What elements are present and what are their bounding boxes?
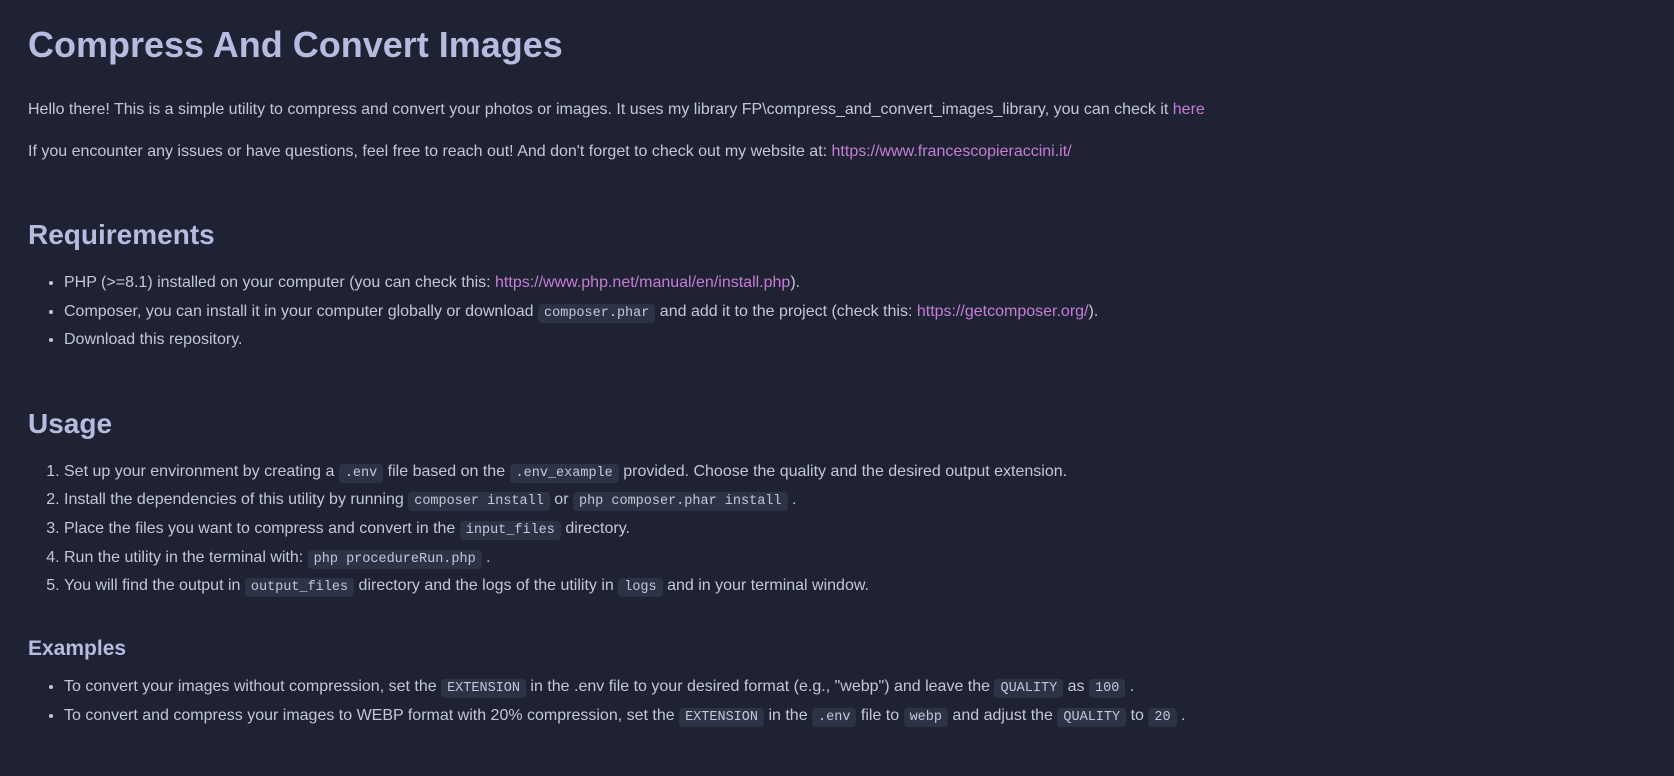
list-item: To convert your images without compressi… [64,674,1646,700]
ex1-a: To convert your images without compressi… [64,678,441,695]
intro-paragraph-1: Hello there! This is a simple utility to… [28,98,1646,122]
usage-list: Set up your environment by creating a .e… [28,459,1646,599]
code-inline: .env [812,708,856,727]
examples-list: To convert your images without compressi… [28,674,1646,728]
readme-container: Compress And Convert Images Hello there!… [0,0,1674,776]
req2-pre: Composer, you can install it in your com… [64,303,538,320]
code-inline: webp [904,708,948,727]
ex2-b: in the [764,707,812,724]
ex1-d: . [1125,678,1134,695]
list-item: PHP (>=8.1) installed on your computer (… [64,270,1646,296]
code-inline: output_files [245,578,354,597]
req2-post: ). [1089,303,1099,320]
code-inline: QUALITY [1057,708,1126,727]
step2-c: . [788,491,797,508]
step1-a: Set up your environment by creating a [64,463,339,480]
step2-a: Install the dependencies of this utility… [64,491,408,508]
step3-b: directory. [561,520,630,537]
library-here-link[interactable]: here [1173,101,1205,118]
website-link[interactable]: https://www.francescopieraccini.it/ [832,143,1072,160]
req2-mid: and add it to the project (check this: [655,303,916,320]
composer-link[interactable]: https://getcomposer.org/ [917,303,1089,320]
step1-b: file based on the [383,463,509,480]
php-install-link[interactable]: https://www.php.net/manual/en/install.ph… [495,274,790,291]
req1-pre: PHP (>=8.1) installed on your computer (… [64,274,495,291]
code-inline: .env_example [510,464,619,483]
step2-b: or [550,491,573,508]
ex2-f: . [1177,707,1186,724]
code-inline: EXTENSION [441,679,526,698]
code-inline: .env [339,464,383,483]
ex2-a: To convert and compress your images to W… [64,707,679,724]
code-inline: php procedureRun.php [308,550,482,569]
intro-paragraph-2: If you encounter any issues or have ques… [28,140,1646,164]
code-inline: QUALITY [994,679,1063,698]
list-item: Place the files you want to compress and… [64,516,1646,542]
code-inline: logs [618,578,662,597]
code-inline: 100 [1089,679,1125,698]
code-inline: php composer.phar install [573,492,788,511]
ex2-e: to [1126,707,1148,724]
list-item: Run the utility in the terminal with: ph… [64,545,1646,571]
requirements-heading: Requirements [28,214,1646,256]
list-item: Download this repository. [64,327,1646,353]
intro-text-2: If you encounter any issues or have ques… [28,143,832,160]
step3-a: Place the files you want to compress and… [64,520,460,537]
code-inline: composer.phar [538,304,655,323]
req1-post: ). [790,274,800,291]
step4-b: . [482,549,491,566]
step5-c: and in your terminal window. [663,577,869,594]
examples-heading: Examples [28,633,1646,665]
list-item: Composer, you can install it in your com… [64,299,1646,325]
code-inline: input_files [460,521,561,540]
step4-a: Run the utility in the terminal with: [64,549,308,566]
list-item: You will find the output in output_files… [64,573,1646,599]
ex2-c: file to [856,707,903,724]
ex1-b: in the .env file to your desired format … [526,678,995,695]
list-item: Install the dependencies of this utility… [64,487,1646,513]
step5-b: directory and the logs of the utility in [354,577,618,594]
ex1-c: as [1063,678,1089,695]
code-inline: composer install [408,492,550,511]
list-item: To convert and compress your images to W… [64,703,1646,729]
ex2-d: and adjust the [948,707,1057,724]
code-inline: 20 [1148,708,1176,727]
list-item: Set up your environment by creating a .e… [64,459,1646,485]
step5-a: You will find the output in [64,577,245,594]
intro-text: Hello there! This is a simple utility to… [28,101,1173,118]
requirements-list: PHP (>=8.1) installed on your computer (… [28,270,1646,353]
step1-c: provided. Choose the quality and the des… [619,463,1067,480]
code-inline: EXTENSION [679,708,764,727]
page-title: Compress And Convert Images [28,18,1646,72]
usage-heading: Usage [28,403,1646,445]
